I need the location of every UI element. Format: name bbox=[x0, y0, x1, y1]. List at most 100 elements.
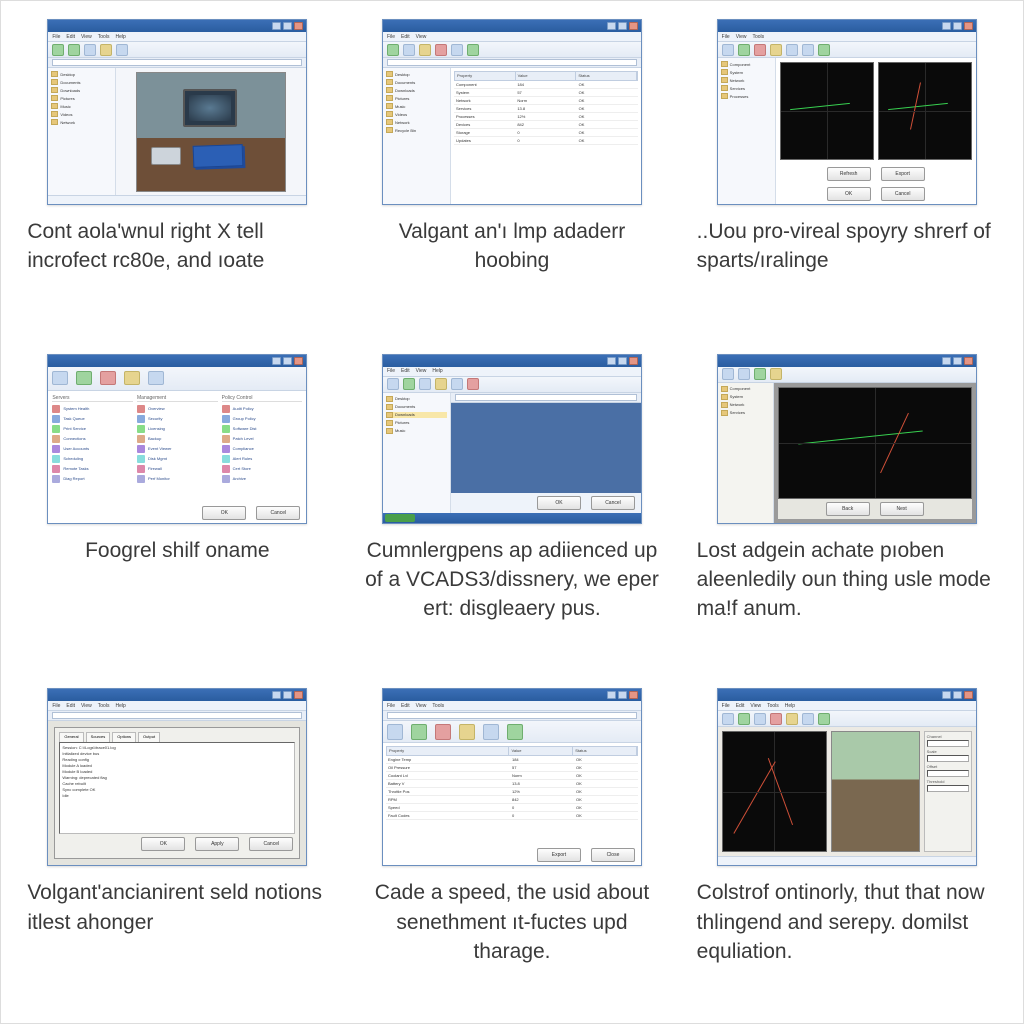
nav-icon[interactable] bbox=[387, 44, 399, 56]
tool-icon[interactable] bbox=[738, 713, 750, 725]
tool-icon[interactable] bbox=[467, 378, 479, 390]
minimize-icon[interactable] bbox=[272, 22, 281, 30]
close-icon[interactable] bbox=[964, 691, 973, 699]
tab[interactable]: Sources bbox=[86, 732, 111, 742]
tool-icon[interactable] bbox=[507, 724, 523, 740]
addressbar[interactable] bbox=[383, 711, 641, 721]
taskbar[interactable] bbox=[383, 513, 641, 523]
ok-button[interactable]: OK bbox=[827, 187, 871, 201]
maximize-icon[interactable] bbox=[618, 691, 627, 699]
addressbar[interactable] bbox=[48, 58, 306, 68]
tool-icon[interactable] bbox=[387, 378, 399, 390]
menubar[interactable]: FileEditViewToolsHelp bbox=[48, 701, 306, 711]
big-toolbar[interactable] bbox=[383, 721, 641, 743]
maximize-icon[interactable] bbox=[283, 22, 292, 30]
minimize-icon[interactable] bbox=[942, 691, 951, 699]
minimize-icon[interactable] bbox=[942, 357, 951, 365]
tab[interactable]: Options bbox=[112, 732, 136, 742]
ok-button[interactable]: OK bbox=[202, 506, 246, 520]
close-icon[interactable] bbox=[629, 357, 638, 365]
tool-icon[interactable] bbox=[802, 44, 814, 56]
menubar[interactable]: FileEditViewToolsHelp bbox=[48, 32, 306, 42]
oscilloscope-panel[interactable] bbox=[722, 731, 828, 852]
tool-icon[interactable] bbox=[738, 368, 750, 380]
toolbar[interactable] bbox=[383, 42, 641, 58]
table-row[interactable]: Storage0OK bbox=[454, 129, 638, 137]
tool-icon[interactable] bbox=[818, 44, 830, 56]
close-icon[interactable] bbox=[294, 357, 303, 365]
thumb-8[interactable]: FileEditViewTools PropertyValueStatus En… bbox=[382, 688, 642, 866]
back-icon[interactable] bbox=[52, 44, 64, 56]
next-button[interactable]: Next bbox=[880, 502, 924, 516]
export-button[interactable]: Export bbox=[537, 848, 581, 862]
minimize-icon[interactable] bbox=[272, 357, 281, 365]
maximize-icon[interactable] bbox=[953, 357, 962, 365]
toolbar[interactable] bbox=[718, 711, 976, 727]
close-button[interactable]: Close bbox=[591, 848, 635, 862]
close-icon[interactable] bbox=[629, 22, 638, 30]
close-icon[interactable] bbox=[964, 357, 973, 365]
tab[interactable]: General bbox=[59, 732, 83, 742]
table-row[interactable]: Engine Temp184OK bbox=[386, 756, 638, 764]
thumb-3[interactable]: FileViewTools Component System Network S… bbox=[717, 19, 977, 205]
log-textbox[interactable]: Session: C:\\Logs\\trace01.log Initializ… bbox=[59, 742, 295, 834]
table-row[interactable]: Speed0OK bbox=[386, 804, 638, 812]
cp-link[interactable]: Security bbox=[137, 415, 218, 423]
channel-list[interactable]: Component System Network Services bbox=[718, 383, 774, 523]
tool-icon[interactable] bbox=[770, 44, 782, 56]
tool-icon[interactable] bbox=[419, 378, 431, 390]
toolbar[interactable] bbox=[718, 367, 976, 383]
table-row[interactable]: Component184OK bbox=[454, 81, 638, 89]
tool-icon[interactable] bbox=[770, 713, 782, 725]
cp-link[interactable]: System Health bbox=[52, 405, 133, 413]
tool-icon[interactable] bbox=[722, 713, 734, 725]
toolbar[interactable] bbox=[48, 42, 306, 58]
table-row[interactable]: Updates0OK bbox=[454, 137, 638, 145]
tool-icon[interactable] bbox=[754, 44, 766, 56]
nav-icon[interactable] bbox=[419, 44, 431, 56]
close-icon[interactable] bbox=[294, 22, 303, 30]
cp-link[interactable]: Disk Mgmt bbox=[137, 455, 218, 463]
table-row[interactable]: Oil Pressure57OK bbox=[386, 764, 638, 772]
tool-icon[interactable] bbox=[387, 724, 403, 740]
menubar[interactable]: FileEditViewToolsHelp bbox=[718, 701, 976, 711]
tool-icon[interactable] bbox=[818, 713, 830, 725]
apply-button[interactable]: Apply bbox=[195, 837, 239, 851]
category-icon[interactable] bbox=[100, 371, 116, 385]
tool-icon[interactable] bbox=[451, 378, 463, 390]
table-row[interactable]: Services13.8OK bbox=[454, 105, 638, 113]
offset-field[interactable] bbox=[927, 770, 969, 777]
thumb-5[interactable]: FileEditViewHelp Desktop Documents Downl… bbox=[382, 354, 642, 524]
cp-link[interactable]: Licensing bbox=[137, 425, 218, 433]
table-row[interactable]: Fault Codes0OK bbox=[386, 812, 638, 820]
nav-icon[interactable] bbox=[467, 44, 479, 56]
cp-link[interactable]: Software Dist bbox=[222, 425, 303, 433]
table-row[interactable]: System57OK bbox=[454, 89, 638, 97]
refresh-button[interactable]: Refresh bbox=[827, 167, 871, 181]
oscilloscope-panel[interactable] bbox=[780, 62, 874, 160]
back-button[interactable]: Back bbox=[826, 502, 870, 516]
table-header[interactable]: PropertyValueStatus bbox=[386, 746, 638, 756]
folder-tree[interactable]: Desktop Documents Downloads Pictures Mus… bbox=[48, 68, 116, 195]
tool-icon[interactable] bbox=[722, 368, 734, 380]
scale-field[interactable] bbox=[927, 755, 969, 762]
addressbar[interactable] bbox=[48, 711, 306, 721]
cancel-button[interactable]: Cancel bbox=[591, 496, 635, 510]
table-row[interactable]: NetworkNormOK bbox=[454, 97, 638, 105]
cp-link[interactable]: User Accounts bbox=[52, 445, 133, 453]
empty-workspace[interactable] bbox=[451, 403, 641, 493]
menubar[interactable]: FileEditViewHelp bbox=[383, 367, 641, 377]
cp-link[interactable]: Backup bbox=[137, 435, 218, 443]
cancel-button[interactable]: Cancel bbox=[256, 506, 300, 520]
cp-link[interactable]: Perf Monitor bbox=[137, 475, 218, 483]
tool-icon[interactable] bbox=[802, 713, 814, 725]
cp-link[interactable]: Audit Policy bbox=[222, 405, 303, 413]
menubar[interactable]: FileViewTools bbox=[718, 32, 976, 42]
tool-icon[interactable] bbox=[754, 713, 766, 725]
tool-icon[interactable] bbox=[738, 44, 750, 56]
cp-link[interactable]: Compliance bbox=[222, 445, 303, 453]
forward-icon[interactable] bbox=[68, 44, 80, 56]
cp-link[interactable]: Connections bbox=[52, 435, 133, 443]
threshold-field[interactable] bbox=[927, 785, 969, 792]
thumb-9[interactable]: FileEditViewToolsHelp Channel Scale Offs… bbox=[717, 688, 977, 866]
